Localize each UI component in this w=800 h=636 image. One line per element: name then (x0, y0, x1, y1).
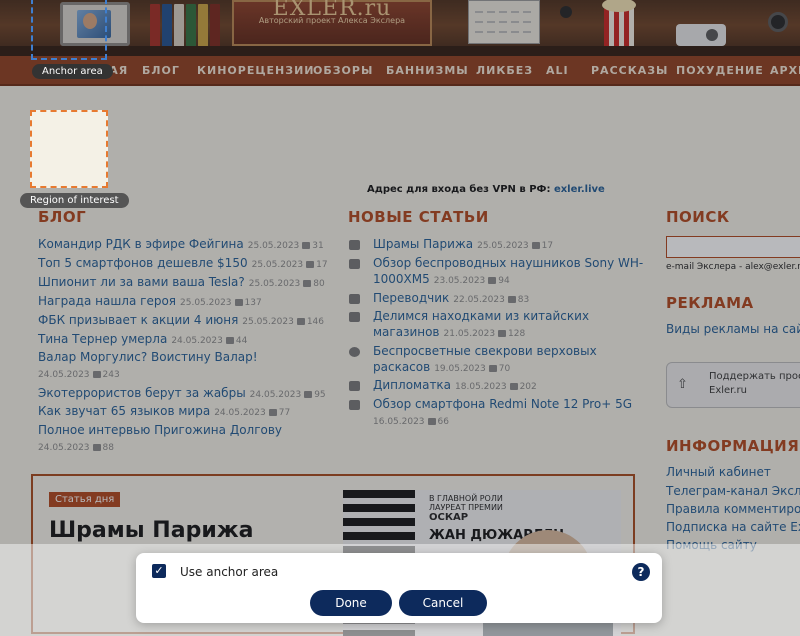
anchor-dialog: ✓ Use anchor area ? Done Cancel (136, 553, 662, 623)
cancel-button[interactable]: Cancel (399, 590, 487, 616)
use-anchor-checkbox[interactable]: ✓ (152, 564, 166, 578)
anchor-area-box[interactable] (31, 0, 107, 60)
region-of-interest-box[interactable] (30, 110, 108, 188)
help-icon[interactable]: ? (632, 563, 650, 581)
screen-dim-overlay (0, 0, 800, 636)
use-anchor-label[interactable]: Use anchor area (180, 565, 278, 579)
region-of-interest-label: Region of interest (20, 193, 129, 208)
done-button[interactable]: Done (310, 590, 392, 616)
anchor-area-label: Anchor area (32, 64, 113, 79)
